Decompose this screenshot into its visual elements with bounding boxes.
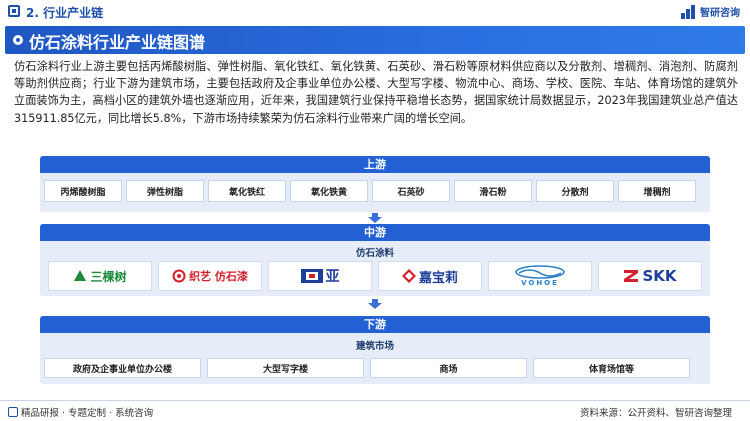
down-arrow-icon [366, 213, 384, 223]
upstream-items: 丙烯酸树脂 弹性树脂 氧化铁红 氧化铁黄 石英砂 滑石粉 分散剂 增稠剂 [44, 180, 696, 202]
swirl-logo-icon [172, 269, 186, 283]
section-title: 2. 行业产业链 [26, 6, 104, 20]
upstream-item: 氧化铁黄 [290, 180, 368, 202]
upstream-item: 氧化铁红 [208, 180, 286, 202]
footer-logo-icon [8, 407, 18, 417]
title-bullet-icon [13, 35, 23, 45]
company-logo: 嘉宝莉 [378, 261, 482, 291]
diamond-logo-icon [401, 269, 416, 283]
company-logo: VOHOE [488, 261, 592, 291]
wave-logo-icon [515, 265, 565, 279]
brand-logo-icon [681, 4, 697, 19]
company-logo: 亚 [268, 261, 372, 291]
midstream-label: 中游 [40, 224, 710, 241]
downstream-items: 政府及企事业单位办公楼 大型写字楼 商场 体育场馆等 [44, 358, 690, 378]
midstream-sublabel: 仿石涂料 [355, 248, 394, 259]
tree-logo-icon [74, 270, 87, 281]
top-bar: 2. 行业产业链 智研咨询 [0, 0, 750, 24]
midstream-panel: 中游 仿石涂料 三棵树 织艺 仿石漆 亚 嘉宝莉 VOHOE SKK [40, 224, 710, 296]
brand-name: 智研咨询 [700, 8, 740, 19]
downstream-panel: 下游 建筑市场 政府及企事业单位办公楼 大型写字楼 商场 体育场馆等 [40, 316, 710, 384]
downstream-label: 下游 [40, 316, 710, 333]
upstream-item: 增稠剂 [618, 180, 696, 202]
company-logos: 三棵树 织艺 仿石漆 亚 嘉宝莉 VOHOE SKK [48, 261, 702, 291]
company-logo: SKK [598, 261, 702, 291]
upstream-panel: 上游 丙烯酸树脂 弹性树脂 氧化铁红 氧化铁黄 石英砂 滑石粉 分散剂 增稠剂 [40, 156, 710, 212]
upstream-item: 分散剂 [536, 180, 614, 202]
downstream-item: 商场 [370, 358, 527, 378]
footer-tagline: 精品研报 · 专题定制 · 系统咨询 [8, 405, 153, 419]
brand: 智研咨询 [681, 4, 740, 19]
company-logo: 三棵树 [48, 261, 152, 291]
page-title: 仿石涂料行业产业链图谱 [29, 33, 206, 52]
downstream-sublabel: 建筑市场 [355, 341, 394, 352]
downstream-item: 体育场馆等 [533, 358, 690, 378]
title-bar: 仿石涂料行业产业链图谱 [5, 26, 745, 54]
upstream-item: 滑石粉 [454, 180, 532, 202]
downstream-item: 大型写字楼 [207, 358, 364, 378]
footer: 精品研报 · 专题定制 · 系统咨询 资料来源：公开资料、智研咨询整理 [0, 400, 750, 421]
down-arrow-icon [366, 299, 384, 309]
d-shield-logo-icon [300, 269, 323, 283]
upstream-item: 石英砂 [372, 180, 450, 202]
upstream-item: 弹性树脂 [126, 180, 204, 202]
downstream-item: 政府及企事业单位办公楼 [44, 358, 201, 378]
data-source: 资料来源：公开资料、智研咨询整理 [579, 408, 732, 419]
intro-paragraph: 仿石涂料行业上游主要包括丙烯酸树脂、弹性树脂、氧化铁红、氧化铁黄、石英砂、滑石粉… [14, 60, 738, 125]
upstream-label: 上游 [40, 156, 710, 173]
section-icon [8, 5, 20, 17]
z-logo-icon [624, 270, 639, 282]
company-logo: 织艺 仿石漆 [158, 261, 262, 291]
upstream-item: 丙烯酸树脂 [44, 180, 122, 202]
